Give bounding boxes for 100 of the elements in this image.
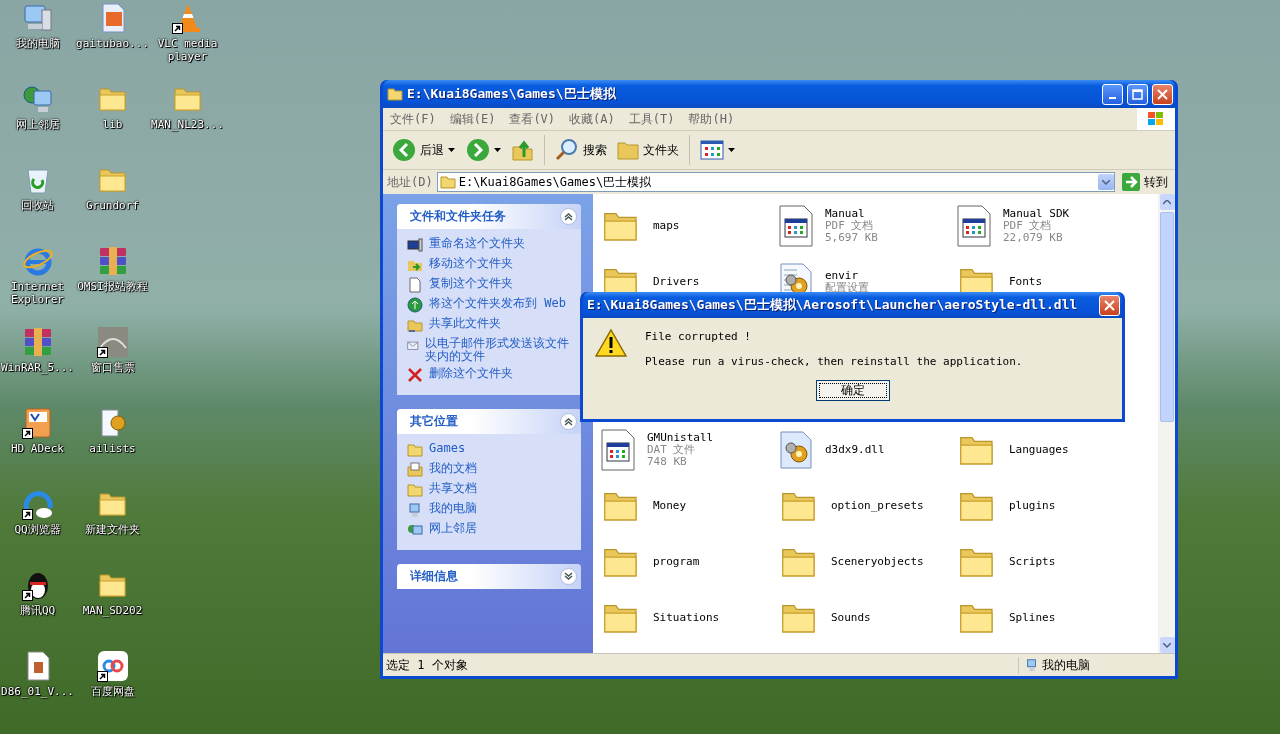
shortcut-arrow-icon <box>21 590 33 601</box>
folders-button[interactable]: 文件夹 <box>614 138 682 162</box>
menu-item[interactable]: 查看(V) <box>502 110 563 128</box>
shared-folder-icon <box>407 317 423 333</box>
double-chevron-up-icon <box>564 212 573 221</box>
monitor-icon <box>407 237 423 253</box>
close-icon <box>1104 299 1115 311</box>
document-icon <box>957 205 991 247</box>
task-link[interactable]: 共享文档 <box>429 482 477 495</box>
file-name[interactable]: maps <box>653 220 680 232</box>
task-link[interactable]: 复制这个文件夹 <box>429 277 513 290</box>
panel-title: 文件和文件夹任务 <box>410 208 506 225</box>
menu-item[interactable]: 收藏(A) <box>562 110 622 128</box>
status-location: 我的电脑 <box>1042 656 1090 674</box>
desktop-icon-label[interactable]: QQ浏览器 <box>1 523 74 536</box>
file-type: DAT 文件 <box>647 444 697 456</box>
file-type: 配置设置 <box>825 282 869 294</box>
shortcut-arrow-icon <box>21 509 33 520</box>
caret-icon <box>494 147 502 153</box>
go-button[interactable]: 转到 <box>1119 171 1171 193</box>
task-link[interactable]: 我的电脑 <box>429 502 477 515</box>
maximize-button[interactable] <box>1127 83 1148 105</box>
shortcut-arrow-icon <box>21 428 33 439</box>
dialog-message: Please run a virus-check, then reinstall the application. <box>645 355 1023 368</box>
file-name[interactable]: Drivers <box>653 276 700 288</box>
file-name[interactable]: Sounds <box>831 612 871 624</box>
file-name[interactable]: plugins <box>1009 500 1056 512</box>
folder-icon <box>407 482 423 498</box>
double-chevron-down-icon <box>564 572 573 581</box>
task-link[interactable]: 我的文档 <box>429 462 477 475</box>
file-type: PDF 文档 <box>825 220 875 232</box>
file-type: PDF 文档 <box>1003 220 1053 232</box>
menu-item[interactable]: 工具(T) <box>621 110 682 128</box>
file-name[interactable]: Languages <box>1009 444 1069 456</box>
menu-item[interactable]: 编辑(E) <box>442 110 503 128</box>
dialog-title: E:\Kuai8Games\Games\巴士模拟\Aerosoft\Launcher\aeroStyle-dll.dll <box>587 296 1079 314</box>
chevron-down-icon <box>1102 179 1110 185</box>
task-link[interactable]: 移动这个文件夹 <box>429 257 513 270</box>
file-size: 748 KB <box>647 456 688 468</box>
file-name[interactable]: Fonts <box>1009 276 1043 288</box>
desktop-icon-label[interactable]: D86_01_V... <box>1 685 74 698</box>
status-text: 选定 1 个对象 <box>385 656 469 674</box>
folder-icon <box>439 174 456 190</box>
desktop-icon-label[interactable]: 百度网盘 <box>76 685 149 698</box>
collapse-button[interactable] <box>560 208 577 225</box>
file-name[interactable]: Money <box>653 500 687 512</box>
dialog-message: File corrupted ! <box>645 330 752 343</box>
folder-icon <box>407 442 423 458</box>
scrollbar[interactable] <box>1158 194 1175 653</box>
menu-item[interactable]: 文件(F) <box>383 110 443 128</box>
desktop-icon-label[interactable]: MAN_SD202 <box>76 604 149 617</box>
file-name[interactable]: Manual SDK <box>1003 208 1070 220</box>
desktop-icon-label[interactable]: 窗口售票 <box>76 361 149 374</box>
file-name[interactable]: GMUnistall <box>647 432 714 444</box>
close-button[interactable] <box>1099 294 1120 316</box>
collapse-button[interactable] <box>560 413 577 430</box>
task-link[interactable]: 重命名这个文件夹 <box>429 237 525 250</box>
warning-icon <box>595 328 627 358</box>
file-name[interactable]: Scripts <box>1009 556 1056 568</box>
file-name[interactable]: program <box>653 556 700 568</box>
task-link[interactable]: 以电子邮件形式发送该文件夹内的文件 <box>424 337 573 363</box>
desktop-icon-label[interactable]: HD ADeck <box>1 442 74 455</box>
gear-file-icon <box>779 430 813 470</box>
desktop-icon-label[interactable]: WinRAR_5... <box>1 361 74 374</box>
file-name[interactable]: option_presets <box>831 500 924 512</box>
file-name[interactable]: Situations <box>653 612 720 624</box>
task-link[interactable]: Games <box>429 442 466 455</box>
file-name[interactable]: d3dx9.dll <box>825 444 885 456</box>
file-name[interactable]: Sceneryobjects <box>831 556 924 568</box>
window-title: E:\Kuai8Games\Games\巴士模拟 <box>407 85 617 103</box>
caret-icon <box>728 147 736 153</box>
file-name[interactable]: envir <box>825 270 869 282</box>
desktop-icon-label[interactable]: 新建文件夹 <box>76 523 149 536</box>
address-label: 地址(D) <box>387 173 433 191</box>
close-button[interactable] <box>1152 83 1173 105</box>
double-chevron-up-icon <box>564 417 573 426</box>
computer-icon <box>1025 658 1039 672</box>
delete-icon <box>407 367 423 383</box>
shortcut-arrow-icon <box>96 347 108 358</box>
task-link[interactable]: 共享此文件夹 <box>429 317 501 330</box>
search-button[interactable]: 搜索 <box>552 136 610 164</box>
document-icon <box>779 205 813 247</box>
file-name[interactable]: Manual <box>825 208 878 220</box>
file-name[interactable]: Splines <box>1009 612 1056 624</box>
search-icon <box>555 138 579 162</box>
menu-item[interactable]: 帮助(H) <box>681 110 742 128</box>
minimize-button[interactable] <box>1102 83 1123 105</box>
desktop-icon-label[interactable]: 腾讯QQ <box>1 604 74 617</box>
dropdown-button[interactable] <box>1098 174 1114 190</box>
computer-icon <box>407 502 423 518</box>
expand-button[interactable] <box>560 568 577 585</box>
task-link[interactable]: 将这个文件夹发布到 Web <box>429 297 566 310</box>
back-button[interactable]: 后退 <box>389 136 459 164</box>
address-field[interactable]: E:\Kuai8Games\Games\巴士模拟 <box>436 172 1115 192</box>
panel-title: 其它位置 <box>410 413 458 430</box>
ok-button[interactable]: 确定 <box>815 380 890 401</box>
task-link[interactable]: 删除这个文件夹 <box>429 367 513 380</box>
desktop-icon-label[interactable]: ailists <box>76 442 149 455</box>
windows-flag-icon <box>1137 108 1175 130</box>
task-link[interactable]: 网上邻居 <box>429 522 477 535</box>
